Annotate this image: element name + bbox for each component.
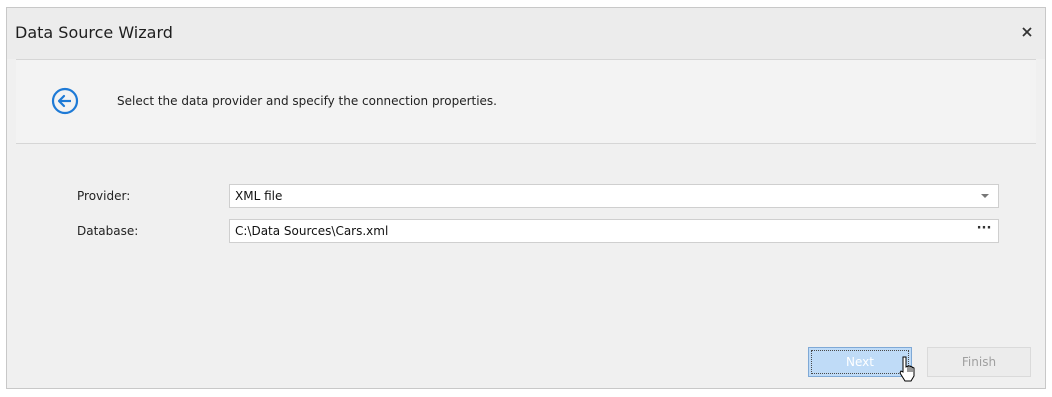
provider-value: XML file	[235, 189, 283, 203]
data-source-wizard-window: Data Source Wizard Select the data provi…	[6, 7, 1046, 389]
provider-label: Provider:	[77, 189, 131, 203]
finish-button[interactable]: Finish	[927, 347, 1031, 377]
mouse-pointer-icon	[899, 356, 915, 382]
chevron-down-icon	[981, 194, 989, 198]
database-label: Database:	[77, 224, 139, 238]
title-bar: Data Source Wizard	[7, 8, 1045, 59]
back-arrow-circle-icon	[51, 87, 79, 115]
window-title: Data Source Wizard	[15, 23, 173, 42]
database-value: C:\Data Sources\Cars.xml	[235, 224, 389, 238]
browse-button[interactable]: ···	[973, 220, 995, 242]
wizard-instruction: Select the data provider and specify the…	[117, 94, 497, 108]
dropdown-arrow-button[interactable]	[976, 185, 994, 207]
database-field[interactable]: C:\Data Sources\Cars.xml ···	[229, 219, 999, 243]
back-button[interactable]	[51, 87, 79, 115]
close-icon	[1022, 27, 1032, 37]
wizard-header-panel: Select the data provider and specify the…	[16, 59, 1036, 144]
close-button[interactable]	[1019, 24, 1035, 40]
provider-dropdown[interactable]: XML file	[229, 184, 999, 208]
